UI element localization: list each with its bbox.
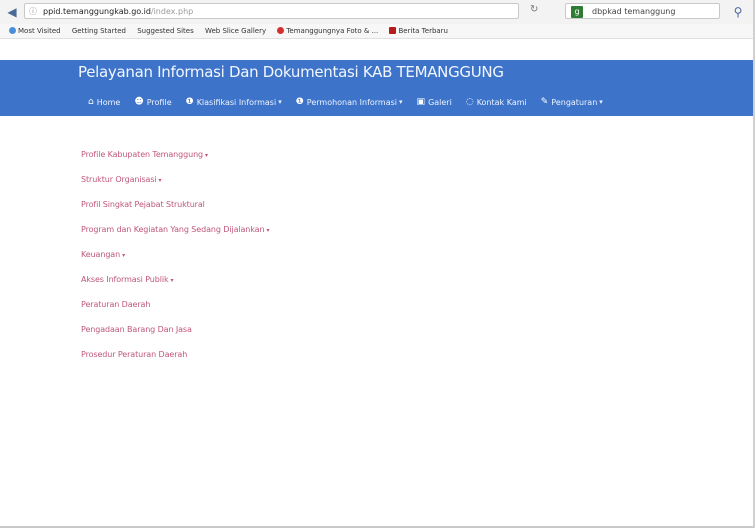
search-icon[interactable]: ⚲ (730, 4, 746, 20)
page-frame: ◀ ⓘ ppid.temanggungkab.go.id/index.php ↻… (0, 0, 755, 528)
search-engine-icon[interactable]: g (571, 6, 583, 18)
nav-item-klasifikasi-informasi[interactable]: ❶ Klasifikasi Informasi ▾ (186, 97, 282, 107)
nav-item-label: Home (96, 97, 121, 107)
content-link-label: Akses Informasi Publik (81, 275, 169, 284)
bookmark-label: Getting Started (71, 27, 126, 35)
bookmark-item[interactable]: Berita Terbaru (389, 24, 448, 38)
site-header: Pelayanan Informasi Dan Dokumentasi KAB … (0, 60, 753, 116)
nav-item-permohonan-informasi[interactable]: ❶ Permohonan Informasi ▾ (296, 97, 403, 107)
bookmark-item[interactable]: Getting Started (72, 24, 126, 38)
nav-item-kontak-kami[interactable]: ◌ Kontak Kami (466, 97, 527, 107)
content-link-label: Keuangan (81, 250, 121, 259)
content-link[interactable]: Profil Singkat Pejabat Struktural (81, 200, 269, 225)
address-bar[interactable]: ⓘ ppid.temanggungkab.go.id/index.php (24, 3, 519, 19)
nav-item-label: Kontak Kami (476, 97, 527, 107)
search-bar[interactable]: g dbpkad temanggung (565, 3, 720, 19)
content-link[interactable]: Struktur Organisasi ▾ (81, 175, 269, 200)
caret-down-icon: ▾ (266, 227, 270, 234)
bookmark-label: Most Visited (18, 27, 61, 35)
bookmark-label: Web Slice Gallery (204, 27, 267, 35)
main-nav: ⌂ Home ☻ Profile ❶ Klasifikasi Informasi ▾ ❶ Per… (88, 94, 617, 110)
bookmark-item[interactable]: Suggested Sites (137, 24, 194, 38)
caret-down-icon: ▾ (158, 177, 162, 184)
bookmark-favicon-icon (277, 27, 285, 34)
reload-icon[interactable]: ↻ (530, 4, 538, 15)
nav-item-label: Klasifikasi Informasi (196, 97, 277, 107)
content-link-label: Profil Singkat Pejabat Struktural (81, 200, 205, 209)
nav-item-label: Pengaturan (551, 97, 598, 107)
caret-down-icon: ▾ (122, 252, 125, 259)
caret-down-icon: ▾ (399, 98, 403, 106)
caret-down-icon: ▾ (278, 98, 282, 106)
nav-item-label: Galeri (428, 97, 452, 107)
content-link-label: Peraturan Daerah (81, 300, 151, 309)
content-link-label: Prosedur Peraturan Daerah (81, 350, 188, 359)
caret-down-icon: ▾ (205, 152, 208, 159)
bookmarks-bar: Most Visited Getting Started Suggested S… (0, 24, 753, 39)
caret-down-icon: ▾ (170, 277, 174, 284)
content-link[interactable]: Prosedur Peraturan Daerah (81, 350, 269, 375)
content-link[interactable]: Pengadaan Barang Dan Jasa (81, 325, 269, 350)
bookmark-item[interactable]: Most Visited (9, 24, 61, 38)
bookmark-item[interactable]: Web Slice Gallery (205, 24, 266, 38)
site-title[interactable]: Pelayanan Informasi Dan Dokumentasi KAB … (78, 63, 504, 81)
nav-item-profile[interactable]: ☻ Profile (134, 97, 171, 107)
content-link[interactable]: Keuangan ▾ (81, 250, 269, 275)
content-link[interactable]: Program dan Kegiatan Yang Sedang Dijalan… (81, 225, 269, 250)
content-link[interactable]: Akses Informasi Publik ▾ (81, 275, 269, 300)
search-text: dbpkad temanggung (592, 7, 676, 16)
content-link-label: Program dan Kegiatan Yang Sedang Dijalan… (81, 225, 265, 234)
user-icon: ☻ (134, 97, 144, 107)
info-icon: ❶ (295, 97, 304, 107)
globe-icon: ◌ (465, 97, 474, 107)
nav-item-galeri[interactable]: ▣ Galeri (417, 97, 452, 107)
home-icon: ⌂ (88, 97, 94, 107)
nav-item-label: Profile (146, 97, 172, 107)
content-link-list: Profile Kabupaten Temanggung ▾ Struktur Or… (81, 150, 269, 375)
bookmark-label: Suggested Sites (137, 27, 194, 35)
bookmark-label: Temanggungnya Foto & ... (286, 27, 379, 35)
content-link-label: Pengadaan Barang Dan Jasa (81, 325, 192, 334)
nav-item-label: Permohonan Informasi (306, 97, 398, 107)
bookmark-label: Berita Terbaru (398, 27, 448, 35)
image-icon: ▣ (416, 97, 426, 107)
nav-item-pengaturan[interactable]: ✎ Pengaturan ▾ (541, 97, 603, 107)
back-arrow-icon[interactable]: ◀ (4, 4, 20, 20)
content-link[interactable]: Peraturan Daerah (81, 300, 269, 325)
caret-down-icon: ▾ (599, 98, 603, 106)
content-link-label: Profile Kabupaten Temanggung (81, 150, 204, 159)
content-link-label: Struktur Organisasi (81, 175, 157, 184)
page-info-icon[interactable]: ⓘ (29, 4, 37, 18)
url-host: ppid.temanggungkab.go.id (43, 7, 151, 16)
pencil-icon: ✎ (540, 97, 549, 107)
bookmark-item[interactable]: Temanggungnya Foto & ... (277, 24, 378, 38)
bookmark-favicon-icon (9, 27, 16, 34)
url-path: /index.php (150, 7, 194, 16)
content-link[interactable]: Profile Kabupaten Temanggung ▾ (81, 150, 269, 175)
bookmark-favicon-icon (389, 27, 397, 34)
info-icon: ❶ (185, 97, 194, 107)
browser-toolbar: ◀ ⓘ ppid.temanggungkab.go.id/index.php ↻… (0, 0, 753, 25)
nav-item-home[interactable]: ⌂ Home (88, 97, 120, 107)
